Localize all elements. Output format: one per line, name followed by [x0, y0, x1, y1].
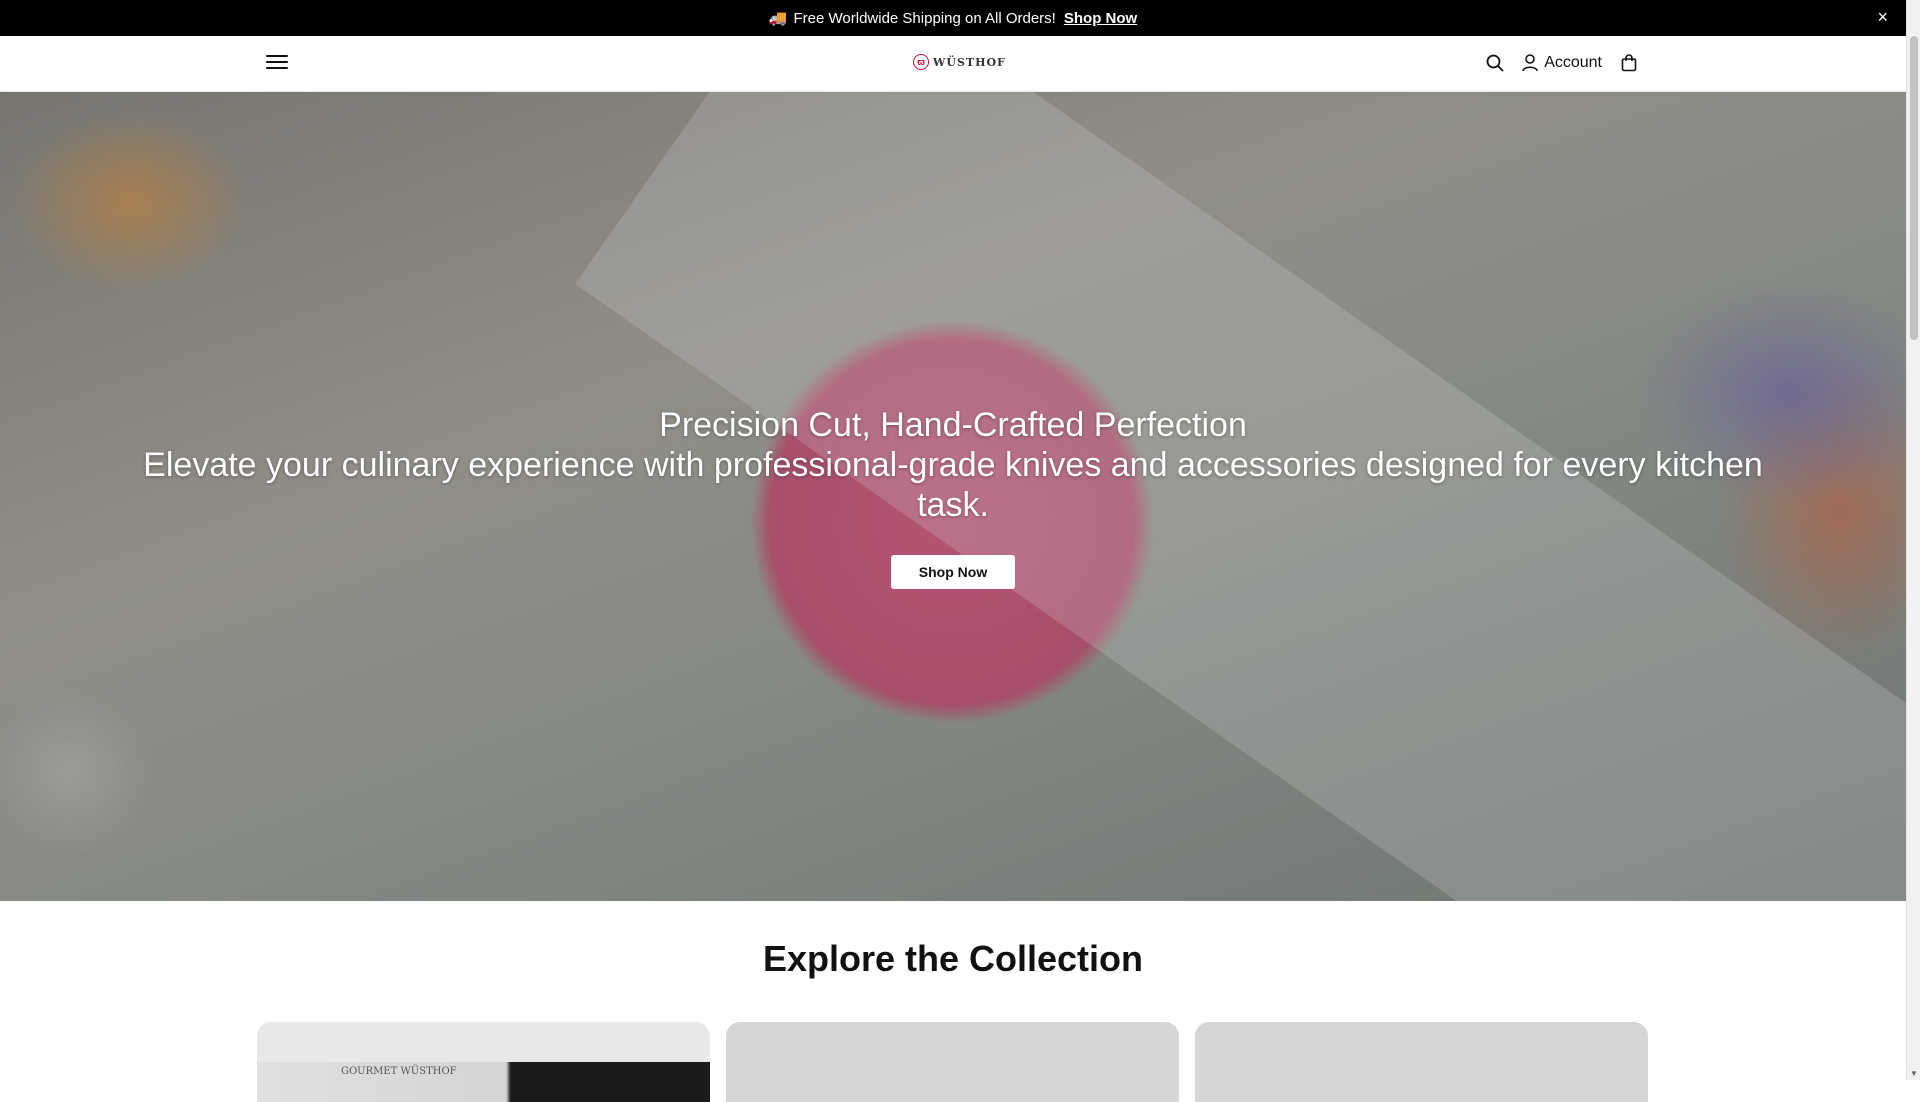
- site-logo[interactable]: ϖ WÜSTHOF: [913, 54, 1006, 70]
- logo-mark-icon: ϖ: [913, 54, 929, 70]
- collection-cards: GOURMET WÜSTHOF: [257, 1022, 1650, 1102]
- card-brand-text: GOURMET WÜSTHOF: [341, 1066, 457, 1077]
- announcement-text: Free Worldwide Shipping on All Orders!: [793, 9, 1056, 27]
- collection-card[interactable]: [1195, 1022, 1648, 1102]
- scroll-down-arrow-icon[interactable]: ▼: [1910, 1069, 1918, 1078]
- hero-shop-now-button[interactable]: Shop Now: [890, 554, 1016, 589]
- site-header: ϖ WÜSTHOF Account: [0, 36, 1906, 92]
- account-link[interactable]: Account: [1522, 54, 1602, 72]
- hero-banner: Precision Cut, Hand-Crafted Perfection E…: [0, 92, 1906, 901]
- hero-title: Precision Cut, Hand-Crafted Perfection: [659, 405, 1247, 444]
- user-icon: [1522, 54, 1538, 72]
- collection-card[interactable]: GOURMET WÜSTHOF: [257, 1022, 710, 1102]
- collection-card[interactable]: [726, 1022, 1179, 1102]
- card-product-image: [257, 1062, 710, 1102]
- hero-subtitle: Elevate your culinary experience with pr…: [143, 445, 1763, 524]
- header-actions: Account: [1484, 52, 1640, 74]
- shopping-bag-icon[interactable]: [1618, 52, 1640, 74]
- collection-title: Explore the Collection: [762, 938, 1144, 979]
- hamburger-menu-icon[interactable]: [266, 52, 288, 74]
- logo-text: WÜSTHOF: [933, 55, 1006, 69]
- announcement-bar: 🚚 Free Worldwide Shipping on All Orders!…: [0, 0, 1906, 36]
- search-icon[interactable]: [1484, 52, 1506, 74]
- truck-icon: 🚚: [768, 10, 788, 27]
- hero-content: Precision Cut, Hand-Crafted Perfection E…: [0, 92, 1906, 901]
- announcement-shop-now-link[interactable]: Shop Now: [1064, 10, 1137, 27]
- page-scrollbar[interactable]: ▼: [1906, 0, 1920, 1080]
- close-icon[interactable]: ×: [1877, 8, 1888, 26]
- account-label: Account: [1544, 54, 1602, 71]
- scrollbar-thumb[interactable]: [1910, 36, 1918, 340]
